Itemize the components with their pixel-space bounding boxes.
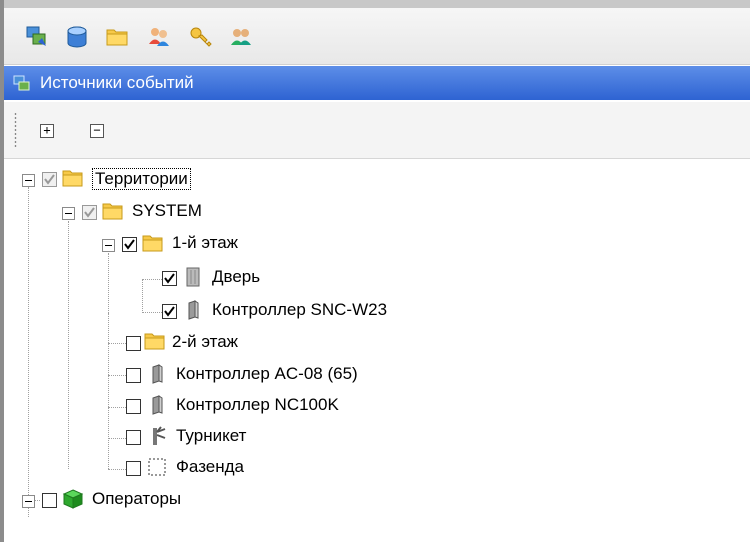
panel-title: Источники событий	[40, 73, 194, 92]
tree-checkbox[interactable]	[126, 336, 141, 351]
tree-item-operators[interactable]: Операторы	[92, 489, 181, 509]
database-icon	[67, 26, 87, 48]
event-sources-icon	[13, 75, 30, 91]
tree-line	[108, 375, 126, 376]
tree-checkbox[interactable]	[126, 430, 141, 445]
collapse-toggle[interactable]	[102, 239, 115, 252]
tree-checkbox[interactable]	[42, 493, 57, 508]
tree-line	[68, 221, 69, 469]
users-button[interactable]	[144, 22, 174, 52]
database-button[interactable]	[62, 22, 92, 52]
cube-icon	[62, 489, 84, 509]
operators-icon	[231, 29, 251, 45]
tree-checkbox[interactable]	[42, 172, 57, 187]
panel-caption: Источники событий	[4, 66, 750, 100]
users-icon	[149, 28, 169, 46]
tree-checkbox[interactable]	[162, 271, 177, 286]
tree-item-floor-1[interactable]: 1-й этаж	[172, 233, 238, 253]
main-toolbar	[4, 8, 750, 65]
tree-line	[142, 279, 162, 280]
controller-icon	[152, 395, 163, 415]
tree-item-controller-nc100k[interactable]: Контроллер NC100K	[176, 395, 339, 415]
tree-line	[108, 253, 109, 313]
folder-icon	[106, 29, 128, 46]
folder-icon	[142, 235, 163, 252]
collapse-toggle[interactable]	[22, 174, 35, 187]
folder-icon	[144, 333, 165, 350]
tree-item-turnstile[interactable]: Турникет	[176, 426, 246, 446]
folder-icon	[62, 170, 83, 187]
event-sources-tree: Территории SYSTEM 1-й этаж Дверь Контрол…	[4, 159, 750, 542]
turnstile-icon	[153, 426, 166, 445]
tree-item-door[interactable]: Дверь	[212, 267, 260, 287]
door-icon	[186, 267, 200, 287]
key-button[interactable]	[186, 22, 216, 52]
controller-icon	[188, 300, 199, 320]
key-icon	[190, 27, 212, 47]
tree-item-floor-2[interactable]: 2-й этаж	[172, 332, 238, 352]
tree-item-fazenda[interactable]: Фазенда	[176, 457, 244, 477]
event-sources-icon	[26, 26, 46, 46]
tree-item-territories[interactable]: Территории	[92, 168, 191, 190]
tree-checkbox[interactable]	[122, 237, 137, 252]
tree-toolbar: + −	[4, 102, 750, 159]
tree-checkbox[interactable]	[162, 304, 177, 319]
window-top-border	[0, 0, 750, 8]
tree-line	[108, 343, 126, 344]
tree-line	[108, 407, 126, 408]
tree-line	[28, 187, 29, 517]
collapse-toggle[interactable]	[22, 495, 35, 508]
collapse-toggle[interactable]	[62, 207, 75, 220]
folder-button[interactable]	[102, 22, 132, 52]
tree-checkbox[interactable]	[126, 399, 141, 414]
tree-line	[142, 279, 143, 313]
tree-line	[108, 313, 109, 469]
operators-button[interactable]	[226, 22, 256, 52]
folder-icon	[102, 203, 123, 220]
toolbar-grip[interactable]	[14, 112, 17, 148]
collapse-all-button[interactable]: −	[90, 124, 104, 138]
tree-line	[108, 438, 126, 439]
tree-item-system[interactable]: SYSTEM	[132, 201, 202, 221]
tree-item-controller-ac08[interactable]: Контроллер AC-08 (65)	[176, 364, 358, 384]
tree-checkbox[interactable]	[126, 368, 141, 383]
tree-checkbox[interactable]	[82, 205, 97, 220]
tree-item-controller-snc[interactable]: Контроллер SNC-W23	[212, 300, 387, 320]
controller-icon	[152, 364, 163, 384]
tree-checkbox[interactable]	[126, 461, 141, 476]
zone-icon	[148, 458, 166, 476]
event-sources-button[interactable]	[22, 22, 52, 52]
tree-line	[142, 312, 162, 313]
tree-line	[108, 469, 126, 470]
expand-all-button[interactable]: +	[40, 124, 54, 138]
